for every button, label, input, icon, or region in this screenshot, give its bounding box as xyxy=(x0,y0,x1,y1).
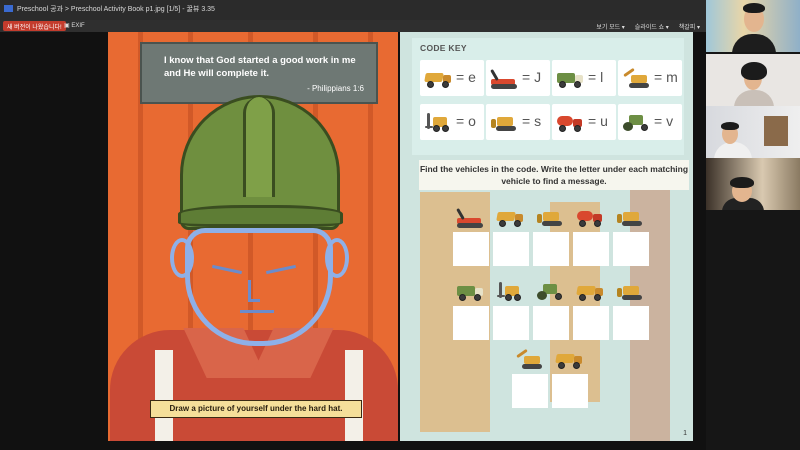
room-door xyxy=(764,116,788,146)
code-key-letter: = l xyxy=(588,69,604,85)
verse-reference: - Philippians 1:6 xyxy=(307,84,364,93)
answer-box[interactable] xyxy=(552,374,588,408)
answer-box[interactable] xyxy=(573,232,609,266)
answer-box[interactable] xyxy=(493,232,529,266)
answer-box[interactable] xyxy=(453,306,489,340)
code-key-letter: = e xyxy=(456,69,476,85)
toolbar-menus: 보기 모드 ▾ 슬라이드 쇼 ▾ 책갈피 ▾ xyxy=(596,22,700,31)
road-roller-icon xyxy=(535,282,567,302)
code-key-letter: = m xyxy=(654,69,678,85)
window-title-text: Preschool 공과 > Preschool Activity Book p… xyxy=(17,6,215,13)
bulldozer-icon xyxy=(535,208,567,228)
bulldozer-icon xyxy=(615,208,647,228)
vest-stripe-left xyxy=(155,350,173,441)
bulldozer-icon xyxy=(615,282,647,302)
participant-hair xyxy=(721,122,739,130)
bookmark-menu[interactable]: 책갈피 ▾ xyxy=(679,22,700,31)
exif-button[interactable]: ▣ EXIF xyxy=(64,22,85,29)
viewer-toolbar: 새 버전이 나왔습니다! ▣ EXIF 보기 모드 ▾ 슬라이드 쇼 ▾ 책갈피… xyxy=(0,20,706,32)
garbage-truck-icon xyxy=(555,69,585,89)
window-title: Preschool 공과 > Preschool Activity Book p… xyxy=(4,4,215,14)
code-key-letter: = J xyxy=(522,69,542,85)
forklift-icon xyxy=(495,282,527,302)
hard-hat-brim xyxy=(178,205,343,227)
exif-label: EXIF xyxy=(71,23,85,29)
drawing-caption: Draw a picture of yourself under the har… xyxy=(150,400,362,418)
page-number: 1 xyxy=(683,430,687,437)
code-key-road-roller: = v xyxy=(618,104,682,140)
code-key-bulldozer: = s xyxy=(486,104,550,140)
participant-hair xyxy=(741,62,767,80)
hard-hat-ridge xyxy=(243,97,275,197)
dump-truck-icon xyxy=(575,282,607,302)
garbage-truck-icon xyxy=(455,282,487,302)
video-tile-2[interactable] xyxy=(706,54,800,106)
code-key-letter: = u xyxy=(588,113,608,129)
sketch-mouth xyxy=(240,310,274,313)
video-tile-1[interactable] xyxy=(706,0,800,52)
sketch-nose xyxy=(248,280,260,302)
new-version-button[interactable]: 새 버전이 나왔습니다! xyxy=(3,21,66,31)
dump-truck-icon xyxy=(423,69,453,89)
answer-box[interactable] xyxy=(512,374,548,408)
answer-box[interactable] xyxy=(533,306,569,340)
crane-icon xyxy=(455,208,487,228)
cement-mixer-icon xyxy=(575,208,607,228)
right-page: CODE KEY = e = J = l = m = o = s = u = v Find t… xyxy=(400,32,693,441)
code-key-garbage-truck: = l xyxy=(552,60,616,96)
crane-icon xyxy=(489,69,519,89)
answer-box[interactable] xyxy=(453,232,489,266)
code-key-letter: = v xyxy=(654,113,674,129)
bulldozer-icon xyxy=(489,113,519,133)
code-key-crane: = J xyxy=(486,60,550,96)
dump-truck-icon xyxy=(554,350,586,370)
slideshow-menu[interactable]: 슬라이드 쇼 ▾ xyxy=(635,22,669,31)
forklift-icon xyxy=(423,113,453,133)
app-icon xyxy=(4,5,13,12)
participant-hair xyxy=(743,3,765,13)
code-key-excavator: = m xyxy=(618,60,682,96)
road-roller-icon xyxy=(621,113,651,133)
code-key-letter: = o xyxy=(456,113,476,129)
answer-box[interactable] xyxy=(493,306,529,340)
answer-box[interactable] xyxy=(613,232,649,266)
code-key-cement-mixer: = u xyxy=(552,104,616,140)
video-tile-4[interactable] xyxy=(706,158,800,210)
dump-truck-icon xyxy=(495,208,527,228)
cement-mixer-icon xyxy=(555,113,585,133)
code-key-dump-truck: = e xyxy=(420,60,484,96)
answer-box[interactable] xyxy=(533,232,569,266)
answer-box[interactable] xyxy=(613,306,649,340)
vest-stripe-right xyxy=(345,350,363,441)
excavator-icon xyxy=(621,67,651,89)
participant-hair xyxy=(730,177,754,188)
excavator-icon xyxy=(514,348,546,370)
code-key-letter: = s xyxy=(522,113,542,129)
title-bar: Preschool 공과 > Preschool Activity Book p… xyxy=(0,0,706,20)
video-call-panel xyxy=(706,0,800,450)
instructions-text: Find the vehicles in the code. Write the… xyxy=(419,160,689,190)
answer-box[interactable] xyxy=(573,306,609,340)
verse-text: I know that God started a good work in m… xyxy=(164,55,356,79)
view-mode-menu[interactable]: 보기 모드 ▾ xyxy=(596,22,624,31)
code-key-title: CODE KEY xyxy=(420,43,467,53)
video-tile-3[interactable] xyxy=(706,106,800,158)
code-key-forklift: = o xyxy=(420,104,484,140)
